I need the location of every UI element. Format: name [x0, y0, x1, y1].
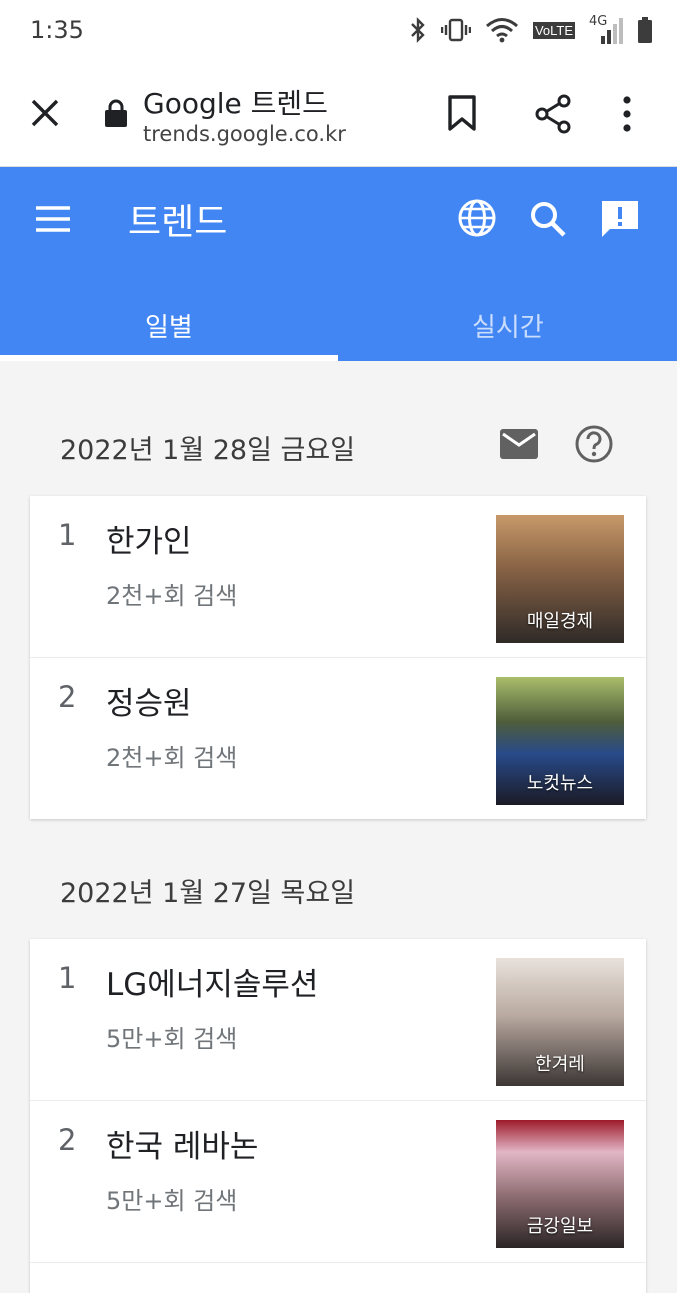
trend-item[interactable]: 2 정승원 2천+회 검색 노컷뉴스: [30, 658, 646, 819]
menu-icon[interactable]: [34, 205, 72, 233]
trend-term[interactable]: 한국 레바논: [106, 1121, 258, 1166]
trend-search-count: 5만+회 검색: [106, 1025, 238, 1053]
browser-toolbar: Google 트렌드 trends.google.co.kr: [0, 62, 677, 167]
section-date: 2022년 1월 27일 목요일: [60, 878, 356, 909]
signal-icon: 4G: [589, 14, 623, 44]
news-thumbnail[interactable]: 매일경제: [496, 515, 624, 643]
trend-item[interactable]: 1 LG에너지솔루션 5만+회 검색 한겨레: [30, 939, 646, 1101]
trend-search-count: 2천+회 검색: [106, 744, 238, 772]
trend-rank: 2: [58, 1123, 77, 1157]
status-time: 1:35: [30, 16, 84, 44]
trend-term[interactable]: 한가인: [106, 516, 192, 561]
page-title[interactable]: Google 트렌드: [143, 82, 328, 122]
tab-daily[interactable]: 일별: [145, 307, 193, 344]
trend-rank: 2: [58, 680, 77, 714]
trend-term[interactable]: 정승원: [106, 678, 192, 723]
trend-card: 1 LG에너지솔루션 5만+회 검색 한겨레 2 한국 레바논 5만+회 검색 …: [30, 939, 646, 1293]
more-icon[interactable]: [622, 94, 632, 134]
close-icon[interactable]: [28, 96, 62, 130]
news-thumbnail[interactable]: 금강일보: [496, 1120, 624, 1248]
globe-icon[interactable]: [456, 197, 498, 239]
trend-term[interactable]: LG에너지솔루션: [106, 959, 318, 1004]
search-icon[interactable]: [528, 199, 568, 239]
wifi-icon: [485, 18, 518, 43]
news-thumbnail[interactable]: 한겨레: [496, 958, 624, 1086]
tab-realtime[interactable]: 실시간: [472, 307, 544, 344]
trend-search-count: 5만+회 검색: [106, 1187, 238, 1215]
app-header: 트렌드 일별 실시간: [0, 167, 677, 361]
feedback-icon[interactable]: [598, 197, 642, 241]
status-bar: 1:35 VoLTE 4G: [0, 0, 677, 62]
news-source: 한겨레: [535, 1054, 585, 1075]
trend-item[interactable]: [30, 1263, 646, 1293]
trend-card: 1 한가인 2천+회 검색 매일경제 2 정승원 2천+회 검색 노컷뉴스: [30, 496, 646, 819]
news-source: 금강일보: [526, 1216, 594, 1237]
battery-icon: [638, 17, 652, 43]
bluetooth-icon: [411, 17, 425, 43]
help-icon[interactable]: [574, 424, 614, 464]
trend-search-count: 2천+회 검색: [106, 582, 238, 610]
news-source: 매일경제: [526, 611, 594, 632]
section-date: 2022년 1월 28일 금요일: [60, 435, 356, 466]
news-source: 노컷뉴스: [526, 773, 594, 794]
volte-icon: VoLTE: [532, 21, 575, 39]
app-title: 트렌드: [128, 202, 228, 243]
news-thumbnail[interactable]: 노컷뉴스: [496, 677, 624, 805]
bookmark-icon[interactable]: [446, 94, 478, 132]
trend-item[interactable]: 1 한가인 2천+회 검색 매일경제: [30, 496, 646, 658]
active-tab-indicator: [0, 355, 338, 361]
share-icon[interactable]: [534, 94, 572, 134]
vibrate-icon: [440, 18, 471, 42]
trend-item[interactable]: 2 한국 레바논 5만+회 검색 금강일보: [30, 1101, 646, 1263]
mail-icon[interactable]: [499, 428, 539, 460]
lock-icon: [105, 99, 127, 127]
trend-rank: 1: [58, 518, 77, 552]
trend-rank: 1: [58, 961, 77, 995]
page-url[interactable]: trends.google.co.kr: [143, 122, 346, 146]
